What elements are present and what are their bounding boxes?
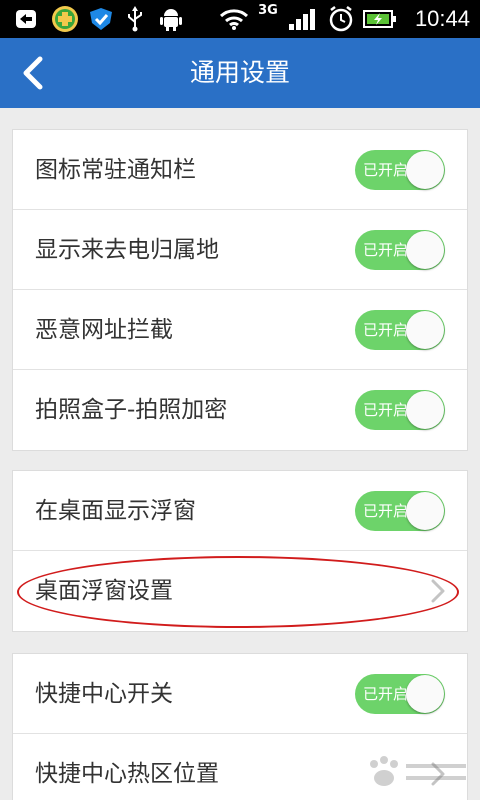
toggle-knob <box>406 675 444 713</box>
toggle-state-label: 已开启 <box>363 401 409 419</box>
android-debug-icon <box>158 0 184 38</box>
setting-row-quick-center-switch[interactable]: 快捷中心开关 已开启 <box>13 654 467 734</box>
setting-label: 桌面浮窗设置 <box>35 578 173 604</box>
setting-label: 快捷中心开关 <box>35 681 173 707</box>
toggle-knob <box>406 231 444 269</box>
back-button[interactable] <box>8 48 58 98</box>
toggle-knob <box>406 391 444 429</box>
setting-label: 恶意网址拦截 <box>35 317 173 343</box>
setting-row-malicious-url-block[interactable]: 恶意网址拦截 已开启 <box>13 290 467 370</box>
setting-label: 图标常驻通知栏 <box>35 157 196 183</box>
title-bar: 通用设置 <box>0 38 480 108</box>
battery-charging-icon <box>362 0 398 38</box>
signal-icon <box>286 0 320 38</box>
chevron-left-icon <box>23 56 43 90</box>
toggle-knob <box>406 311 444 349</box>
wifi-icon <box>218 0 250 38</box>
watermark-logo-icon <box>370 756 466 786</box>
shield-icon <box>86 0 116 38</box>
alarm-icon <box>326 0 356 38</box>
toggle-switch[interactable]: 已开启 <box>355 674 445 714</box>
settings-group-2: 在桌面显示浮窗 已开启 桌面浮窗设置 <box>12 470 468 632</box>
toggle-state-label: 已开启 <box>363 241 409 259</box>
setting-label: 在桌面显示浮窗 <box>35 498 196 524</box>
toggle-state-label: 已开启 <box>363 161 409 179</box>
network-type-label: 3G <box>258 3 278 18</box>
usb-icon <box>124 0 146 38</box>
settings-group-1: 图标常驻通知栏 已开启 显示来去电归属地 已开启 恶意网址拦截 已开启 拍照盒子… <box>12 129 468 451</box>
status-time: 10:44 <box>414 6 470 31</box>
toggle-switch[interactable]: 已开启 <box>355 150 445 190</box>
toggle-state-label: 已开启 <box>363 321 409 339</box>
setting-row-desktop-float-window[interactable]: 在桌面显示浮窗 已开启 <box>13 471 467 551</box>
toggle-state-label: 已开启 <box>363 685 409 703</box>
setting-row-float-window-settings[interactable]: 桌面浮窗设置 <box>13 551 467 631</box>
toggle-switch[interactable]: 已开启 <box>355 230 445 270</box>
notification-back-icon <box>12 0 40 38</box>
status-bar: 3G 10:44 <box>0 0 480 38</box>
setting-label: 拍照盒子-拍照加密 <box>35 397 228 423</box>
toggle-switch[interactable]: 已开启 <box>355 310 445 350</box>
setting-row-caller-location[interactable]: 显示来去电归属地 已开启 <box>13 210 467 290</box>
chevron-right-icon <box>431 579 445 603</box>
setting-row-notification-icon[interactable]: 图标常驻通知栏 已开启 <box>13 130 467 210</box>
toggle-knob <box>406 492 444 530</box>
setting-row-photo-encrypt[interactable]: 拍照盒子-拍照加密 已开启 <box>13 370 467 450</box>
setting-label: 显示来去电归属地 <box>35 237 219 263</box>
toggle-knob <box>406 151 444 189</box>
toggle-switch[interactable]: 已开启 <box>355 390 445 430</box>
toggle-switch[interactable]: 已开启 <box>355 491 445 531</box>
page-title: 通用设置 <box>189 58 290 87</box>
app-clover-icon <box>50 0 80 38</box>
toggle-state-label: 已开启 <box>363 502 409 520</box>
setting-label: 快捷中心热区位置 <box>35 761 219 787</box>
